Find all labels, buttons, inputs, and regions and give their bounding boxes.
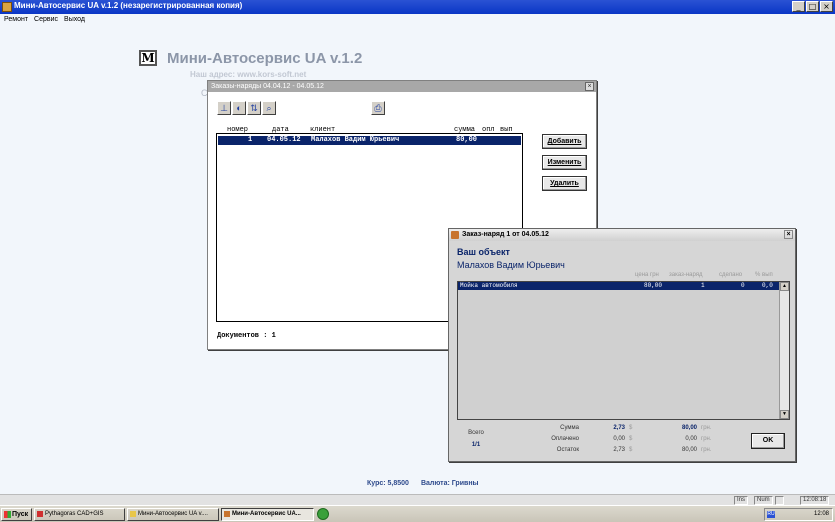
total-value: 1/1	[471, 442, 481, 448]
edit-button[interactable]: Изменить	[542, 155, 587, 170]
taskbar: Пуск Pythagoras CAD+GIS Мини-Автосервис …	[0, 505, 835, 522]
item-percent: 0,0	[762, 282, 773, 289]
work-items-list[interactable]: Мойка автомобиля 80,00 1 0 0,0 ▲ ▼	[457, 281, 790, 420]
item-done: 0	[741, 282, 745, 289]
col-percent: % вып	[755, 272, 773, 278]
task-label: Pythagoras CAD+GIS	[45, 511, 104, 517]
taskbar-item-folder[interactable]: Мини-Автосервис UA v....	[127, 508, 219, 521]
start-label: Пуск	[12, 511, 29, 518]
taskbar-item-autoservice[interactable]: Мини-Автосервис UA...	[221, 508, 314, 521]
sum-usd-unit: $	[629, 425, 633, 431]
object-heading: Ваш объект	[457, 247, 510, 257]
menu-repair[interactable]: Ремонт	[4, 16, 28, 23]
paid-usd-unit: $	[629, 436, 633, 442]
documents-count: Документов : 1	[217, 332, 276, 340]
total-label: Всего	[468, 430, 484, 436]
tray-clock: 12:08	[813, 511, 829, 517]
item-price: 80,00	[644, 282, 663, 289]
row-number: 1	[248, 136, 253, 144]
row-client: Малахов Вадим Юрьевич	[311, 136, 400, 144]
minimize-button[interactable]: _	[792, 1, 805, 12]
item-name: Мойка автомобиля	[460, 282, 518, 289]
app-address: Наш адрес: www.kors-soft.net	[190, 70, 307, 79]
currency-name: Валюта: Гривны	[420, 480, 479, 487]
autoservice-icon	[224, 511, 230, 517]
list-scrollbar[interactable]: ▲ ▼	[779, 282, 789, 419]
detail-window-titlebar: Заказ-наряд 1 от 04.05.12 ×	[449, 229, 795, 241]
currency-info: Курс: 5,8500 Валюта: Гривны	[367, 480, 479, 487]
window-controls: _ □ ×	[792, 1, 833, 12]
app-logo: M	[139, 50, 157, 66]
start-button[interactable]: Пуск	[1, 508, 32, 521]
orders-close-icon[interactable]: ×	[585, 82, 594, 91]
col-price: цена грн	[635, 272, 659, 278]
orders-window-title: Заказы-наряды 04.04.12 - 04.05.12	[208, 81, 596, 92]
filter-tool-button[interactable]: ⊥	[217, 101, 231, 115]
table-row[interactable]: 1 04.05.12 Малахов Вадим Юрьевич 80,00	[218, 136, 521, 145]
app-title: Мини-Автосервис UA v.1.2 (незарегистриро…	[14, 1, 243, 10]
sum-uah: 80,00	[681, 425, 697, 431]
green-app-icon[interactable]	[317, 508, 329, 520]
scroll-down-icon[interactable]: ▼	[780, 410, 789, 419]
balance-uah: 80,00	[681, 447, 697, 453]
app-heading: Мини-Автосервис UA v.1.2	[167, 50, 363, 67]
detail-window-title: Заказ-наряд 1 от 04.05.12	[462, 231, 549, 238]
balance-uah-unit: грн.	[701, 447, 712, 453]
menu-exit[interactable]: Выход	[64, 16, 85, 23]
pythagoras-icon	[37, 511, 43, 517]
paid-uah: 0,00	[685, 436, 697, 442]
close-button[interactable]: ×	[820, 1, 833, 12]
paid-label: Оплачено	[551, 436, 579, 442]
item-order: 1	[701, 282, 705, 289]
app-titlebar: Мини-Автосервис UA v.1.2 (незарегистриро…	[0, 0, 835, 14]
status-cell-empty	[775, 496, 784, 505]
balance-label: Остаток	[556, 447, 579, 453]
app-icon	[2, 2, 12, 12]
exchange-rate: Курс: 5,8500	[367, 480, 409, 487]
object-client: Малахов Вадим Юрьевич	[457, 260, 565, 270]
sum-usd: 2,73	[613, 425, 625, 431]
language-indicator[interactable]: RU	[767, 511, 775, 518]
add-button[interactable]: Добавить	[542, 134, 587, 149]
list-item[interactable]: Мойка автомобиля 80,00 1 0 0,0	[458, 282, 779, 290]
windows-logo-icon	[4, 511, 11, 518]
scroll-up-icon[interactable]: ▲	[780, 282, 789, 291]
col-order: заказ-наряд	[669, 272, 703, 278]
status-time: 12:08:18	[800, 496, 830, 505]
menu-service[interactable]: Сервис	[34, 16, 58, 23]
delete-button[interactable]: Удалить	[542, 176, 587, 191]
task-label: Мини-Автосервис UA...	[232, 511, 301, 517]
row-date: 04.05.12	[267, 136, 301, 144]
sort-tool-button[interactable]: ⇅	[247, 101, 261, 115]
sum-uah-unit: грн.	[701, 425, 712, 431]
print-button[interactable]: ⎙	[371, 101, 385, 115]
num-indicator: Num	[754, 496, 773, 505]
paid-uah-unit: грн.	[701, 436, 712, 442]
maximize-button[interactable]: □	[806, 1, 819, 12]
folder-icon	[130, 511, 136, 517]
order-icon	[451, 231, 459, 239]
menubar: Ремонт Сервис Выход	[0, 14, 835, 25]
taskbar-item-pythagoras[interactable]: Pythagoras CAD+GIS	[34, 508, 125, 521]
row-sum: 80,00	[456, 136, 478, 144]
order-detail-window: Заказ-наряд 1 от 04.05.12 × Ваш объект М…	[448, 228, 796, 462]
col-done: сделано	[719, 272, 743, 278]
balance-usd-unit: $	[629, 447, 633, 453]
chart-tool-button[interactable]: ◐	[232, 101, 246, 115]
detail-close-icon[interactable]: ×	[784, 230, 793, 239]
sum-label: Сумма	[560, 425, 579, 431]
balance-usd: 2,73	[613, 447, 625, 453]
search-tool-button[interactable]: ⌕	[262, 101, 276, 115]
task-label: Мини-Автосервис UA v....	[138, 511, 208, 517]
ok-button[interactable]: OK	[751, 433, 785, 449]
system-tray: RU 12:08	[764, 508, 833, 521]
paid-usd: 0,00	[613, 436, 625, 442]
ins-indicator: Ins	[734, 496, 749, 505]
statusbar: Ins Num 12:08:18	[0, 494, 835, 505]
